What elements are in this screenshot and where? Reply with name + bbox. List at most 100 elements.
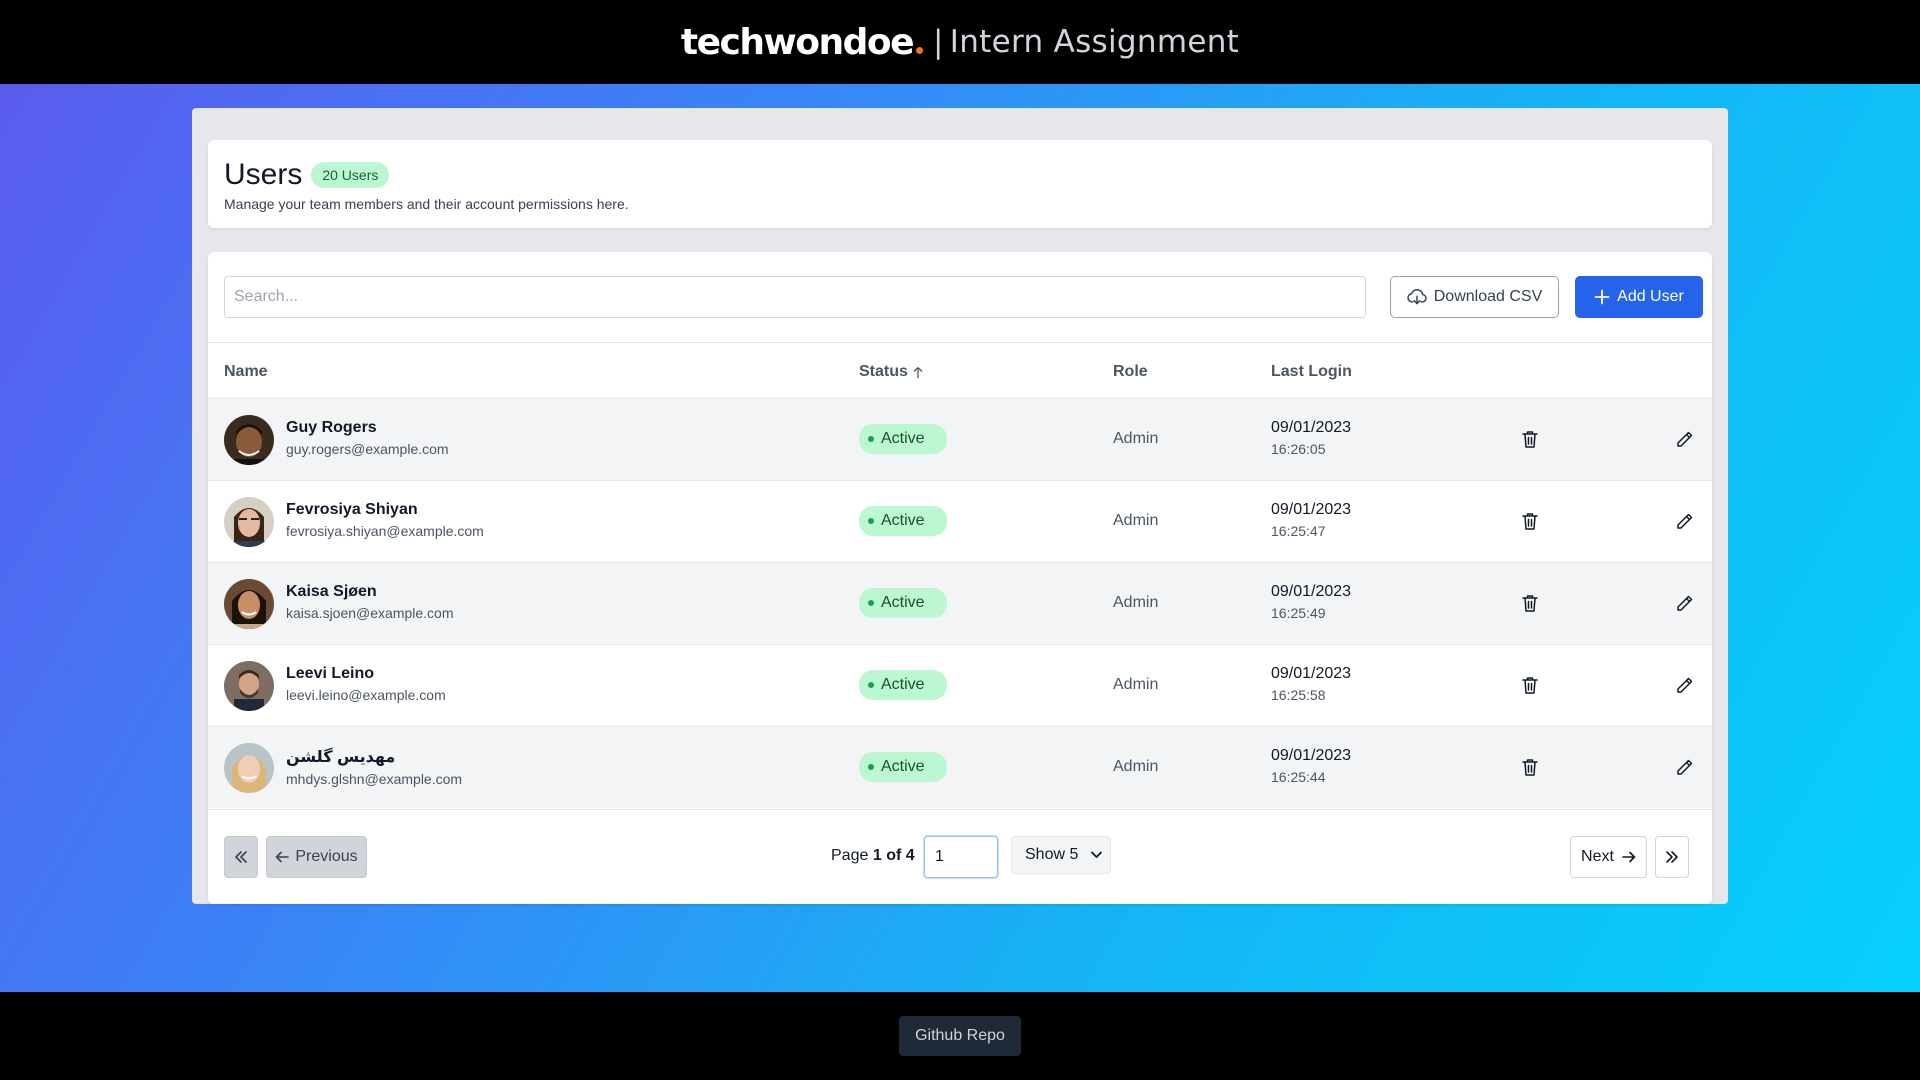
brand-logo: techwondoe [680,21,924,63]
trash-icon [1522,594,1538,612]
total-pages-number: 4 [905,847,915,864]
next-page-button[interactable]: Next [1570,836,1647,878]
column-header-last-login[interactable]: Last Login [1271,363,1352,381]
status-label: Active [881,512,925,529]
user-name: Leevi Leino [286,665,375,682]
role-cell: Admin [1113,430,1159,447]
page-number-input[interactable] [924,836,998,878]
user-name: Fevrosiya Shiyan [286,501,418,518]
status-badge: Active [859,588,947,618]
table-toolbar: Download CSV Add User [224,276,1703,318]
github-repo-link[interactable]: Github Repo [899,1016,1021,1056]
login-date: 09/01/2023 [1271,665,1352,682]
table-header-row: Name Status Role Last Login [208,342,1712,398]
previous-page-button[interactable]: Previous [266,836,367,878]
status-cell: Active [859,670,947,700]
user-email: guy.rogers@example.com [286,441,449,457]
login-date: 09/01/2023 [1271,419,1352,436]
avatar [224,415,274,465]
column-role-label: Role [1113,363,1148,380]
first-page-button[interactable] [224,836,258,878]
avatar [224,579,274,629]
page-title: Users [224,158,303,191]
status-dot [868,436,874,442]
status-cell: Active [859,752,947,782]
last-page-button[interactable] [1655,836,1689,878]
column-name-label: Name [224,363,268,380]
brand-logo-text: techwondoe [680,21,915,63]
table-row: Leevi Leino leevi.leino@example.com Acti… [208,644,1712,726]
column-header-name[interactable]: Name [224,363,268,381]
last-login-cell: 09/01/2023 16:25:58 [1271,665,1351,703]
brand-logo-dot [916,46,924,54]
delete-user-button[interactable] [1520,592,1540,614]
last-login-cell: 09/01/2023 16:26:05 [1271,419,1351,457]
edit-user-button[interactable] [1673,756,1695,778]
download-csv-button[interactable]: Download CSV [1390,276,1559,318]
page-size-value: Show 5 [1025,846,1079,863]
page-footer: Github Repo [0,992,1920,1080]
avatar [224,661,274,711]
cloud-download-icon [1407,289,1427,305]
add-user-label: Add User [1617,288,1684,305]
role-cell: Admin [1113,758,1159,775]
pencil-icon [1676,431,1692,447]
status-label: Active [881,430,925,447]
edit-user-button[interactable] [1673,674,1695,696]
user-email: fevrosiya.shiyan@example.com [286,523,484,539]
plus-icon [1594,289,1610,305]
status-badge: Active [859,670,947,700]
user-email: leevi.leino@example.com [286,687,446,703]
user-name: Kaisa Sjøen [286,583,377,600]
login-date: 09/01/2023 [1271,747,1352,764]
column-status-label: Status [859,363,908,380]
column-header-status[interactable]: Status [859,363,924,381]
delete-user-button[interactable] [1520,428,1540,450]
pencil-icon [1676,759,1692,775]
user-email: kaisa.sjoen@example.com [286,605,454,621]
user-name-cell: Fevrosiya Shiyan fevrosiya.shiyan@exampl… [286,501,484,539]
users-table-card: Download CSV Add User Name Status [208,252,1712,904]
pencil-icon [1676,677,1692,693]
column-last-login-label: Last Login [1271,363,1352,380]
user-name: Guy Rogers [286,419,377,436]
trash-icon [1522,512,1538,530]
add-user-button[interactable]: Add User [1575,276,1703,318]
status-cell: Active [859,588,947,618]
column-header-role[interactable]: Role [1113,363,1148,381]
table-body: Guy Rogers guy.rogers@example.com Active… [208,398,1712,808]
gradient-background: Users 20 Users Manage your team members … [0,84,1920,992]
chevron-down-icon [1091,851,1102,858]
delete-user-button[interactable] [1520,674,1540,696]
edit-user-button[interactable] [1673,510,1695,532]
next-label: Next [1581,848,1614,865]
login-date: 09/01/2023 [1271,501,1352,518]
status-badge: Active [859,752,947,782]
delete-user-button[interactable] [1520,510,1540,532]
trash-icon [1522,676,1538,694]
delete-user-button[interactable] [1520,756,1540,778]
login-time: 16:25:49 [1271,605,1326,621]
table-row: Guy Rogers guy.rogers@example.com Active… [208,398,1712,480]
current-page-number: 1 [872,847,882,864]
search-input[interactable] [224,276,1366,318]
last-login-cell: 09/01/2023 16:25:47 [1271,501,1351,539]
arrow-right-icon [1622,851,1636,863]
edit-user-button[interactable] [1673,428,1695,450]
status-badge: Active [859,424,947,454]
users-header-card: Users 20 Users Manage your team members … [208,140,1712,228]
user-email: mhdys.glshn@example.com [286,771,463,787]
double-chevron-left-icon [235,851,247,863]
status-label: Active [881,758,925,775]
previous-label: Previous [295,848,358,865]
pagination-bar: Previous Page 1 of 4 Show 5 Next [208,809,1712,904]
page-description: Manage your team members and their accou… [224,196,629,212]
edit-user-button[interactable] [1673,592,1695,614]
status-cell: Active [859,424,947,454]
pencil-icon [1676,513,1692,529]
table-row: Fevrosiya Shiyan fevrosiya.shiyan@exampl… [208,480,1712,562]
page-size-select[interactable]: Show 5 [1011,836,1111,874]
header-subtitle: | Intern Assignment [933,24,1239,60]
status-cell: Active [859,506,947,536]
status-dot [868,518,874,524]
